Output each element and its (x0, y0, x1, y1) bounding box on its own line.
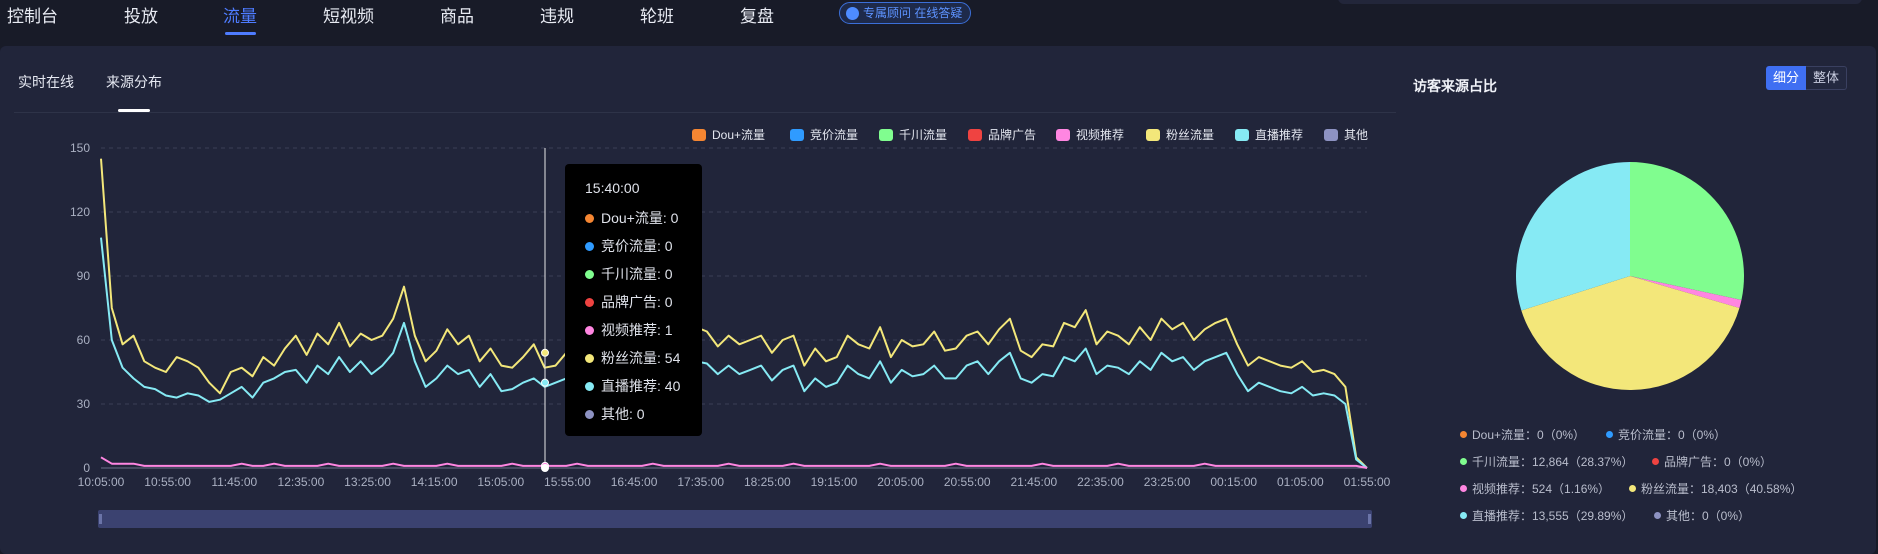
x-tick-label: 14:15:00 (411, 475, 458, 489)
tooltip-row: 直播推荐: 40 (585, 376, 680, 396)
tooltip-dot (585, 297, 594, 307)
slider-handle-right[interactable] (1368, 514, 1371, 524)
x-tick-label: 12:35:00 (278, 475, 325, 489)
pie-legend-label: 直播推荐：13,555（29.89%） (1472, 509, 1634, 523)
pie-slice[interactable] (1630, 162, 1745, 300)
x-tick-label: 11:45:00 (211, 475, 257, 489)
series-line (100, 158, 1368, 469)
tooltip-row: 粉丝流量: 54 (585, 348, 680, 368)
tooltip-row: 其他: 0 (585, 404, 645, 424)
pie-legend-dot (1460, 485, 1467, 492)
tooltip-row: 视频推荐: 1 (585, 320, 673, 340)
tooltip-label: 千川流量: 0 (601, 266, 673, 282)
x-tick-label: 22:35:00 (1077, 475, 1124, 489)
pie-legend-dot (1460, 431, 1467, 438)
y-tick-label: 150 (70, 141, 90, 155)
tooltip-label: 直播推荐: 40 (601, 378, 681, 394)
tooltip-dot (585, 213, 594, 223)
tooltip-dot (585, 325, 594, 335)
tooltip-dot (585, 269, 594, 279)
tooltip-label: 粉丝流量: 54 (601, 350, 681, 366)
pie-legend-dot (1654, 512, 1661, 519)
pie-title: 访客来源占比 (1413, 78, 1497, 94)
tooltip-label: 品牌广告: 0 (601, 294, 673, 310)
x-tick-label: 01:55:00 (1344, 475, 1391, 489)
pie-legend-live[interactable]: 直播推荐：13,555（29.89%） (1460, 507, 1633, 524)
x-tick-label: 15:55:00 (544, 475, 591, 489)
y-tick-label: 60 (77, 333, 91, 347)
x-tick-label: 21:45:00 (1010, 475, 1057, 489)
series-line (100, 237, 1368, 469)
tooltip-label: 竞价流量: 0 (601, 238, 673, 254)
tooltip-row: 竞价流量: 0 (585, 236, 673, 256)
pie-legend-label: Dou+流量：0（0%） (1472, 428, 1586, 442)
visitor-source-pie-chart[interactable] (1510, 160, 1750, 400)
pie-legend-label: 粉丝流量：18,403（40.58%） (1641, 482, 1803, 496)
hover-point (541, 348, 549, 357)
pie-legend-brand[interactable]: 品牌广告：0（0%） (1652, 453, 1772, 470)
pie-legend-dou[interactable]: Dou+流量：0（0%） (1460, 426, 1585, 443)
y-tick-label: 30 (77, 397, 91, 411)
x-tick-label: 15:05:00 (477, 475, 524, 489)
x-tick-label: 18:25:00 (744, 475, 791, 489)
pie-legend-fans[interactable]: 粉丝流量：18,403（40.58%） (1629, 480, 1802, 497)
y-tick-label: 90 (77, 269, 91, 283)
tooltip-time: 15:40:00 (585, 180, 640, 196)
toggle-overall-button[interactable]: 整体 (1806, 66, 1848, 90)
y-tick-label: 120 (70, 205, 90, 219)
hover-point (541, 464, 549, 472)
pie-legend-dot (1460, 512, 1467, 519)
pie-legend-other[interactable]: 其他：0（0%） (1654, 507, 1750, 524)
pie-legend-label: 视频推荐：524（1.16%） (1472, 482, 1611, 496)
tooltip-label: Dou+流量: 0 (601, 210, 679, 226)
x-tick-label: 13:25:00 (344, 475, 391, 489)
x-tick-label: 00:15:00 (1210, 475, 1257, 489)
x-tick-label: 01:05:00 (1277, 475, 1324, 489)
x-tick-label: 16:45:00 (611, 475, 658, 489)
pie-legend-label: 竞价流量：0（0%） (1618, 428, 1727, 442)
pie-legend-label: 千川流量：12,864（28.37%） (1472, 455, 1634, 469)
pie-legend-label: 其他：0（0%） (1666, 509, 1751, 523)
x-tick-label: 19:15:00 (811, 475, 858, 489)
x-tick-label: 10:05:00 (78, 475, 125, 489)
tooltip-dot (585, 409, 594, 419)
tooltip-label: 其他: 0 (601, 406, 645, 422)
pie-legend-video[interactable]: 视频推荐：524（1.16%） (1460, 480, 1610, 497)
pie-legend-dot (1606, 431, 1613, 438)
pie-legend-dot (1629, 485, 1636, 492)
tooltip-label: 视频推荐: 1 (601, 322, 673, 338)
pie-legend-dot (1652, 458, 1659, 465)
top-right-panel (1338, 0, 1862, 4)
pie-legend-label: 品牌广告：0（0%） (1664, 455, 1773, 469)
x-tick-label: 20:05:00 (877, 475, 924, 489)
x-tick-label: 10:55:00 (144, 475, 191, 489)
tooltip-dot (585, 353, 594, 363)
tooltip-dot (585, 241, 594, 251)
tooltip-dot (585, 381, 594, 391)
tooltip-row: Dou+流量: 0 (585, 208, 678, 228)
x-tick-label: 23:25:00 (1144, 475, 1191, 489)
pie-view-toggle: 细分 整体 (1766, 66, 1848, 90)
series-line (100, 456, 1368, 469)
pie-legend-bid[interactable]: 竞价流量：0（0%） (1606, 426, 1726, 443)
x-tick-label: 17:35:00 (677, 475, 724, 489)
y-tick-label: 0 (83, 461, 90, 475)
chart-zoom-slider[interactable] (98, 510, 1372, 528)
hover-point (541, 378, 549, 387)
slider-handle-left[interactable] (99, 514, 102, 524)
pie-legend-dot (1460, 458, 1467, 465)
x-tick-label: 20:55:00 (944, 475, 991, 489)
chart-tooltip: 15:40:00 Dou+流量: 0 竞价流量: 0 千川流量: 0 品牌广告:… (565, 164, 702, 436)
toggle-detail-button[interactable]: 细分 (1766, 66, 1807, 90)
tooltip-row: 品牌广告: 0 (585, 292, 673, 312)
pie-legend-qianchuan[interactable]: 千川流量：12,864（28.37%） (1460, 453, 1633, 470)
tooltip-row: 千川流量: 0 (585, 264, 673, 284)
